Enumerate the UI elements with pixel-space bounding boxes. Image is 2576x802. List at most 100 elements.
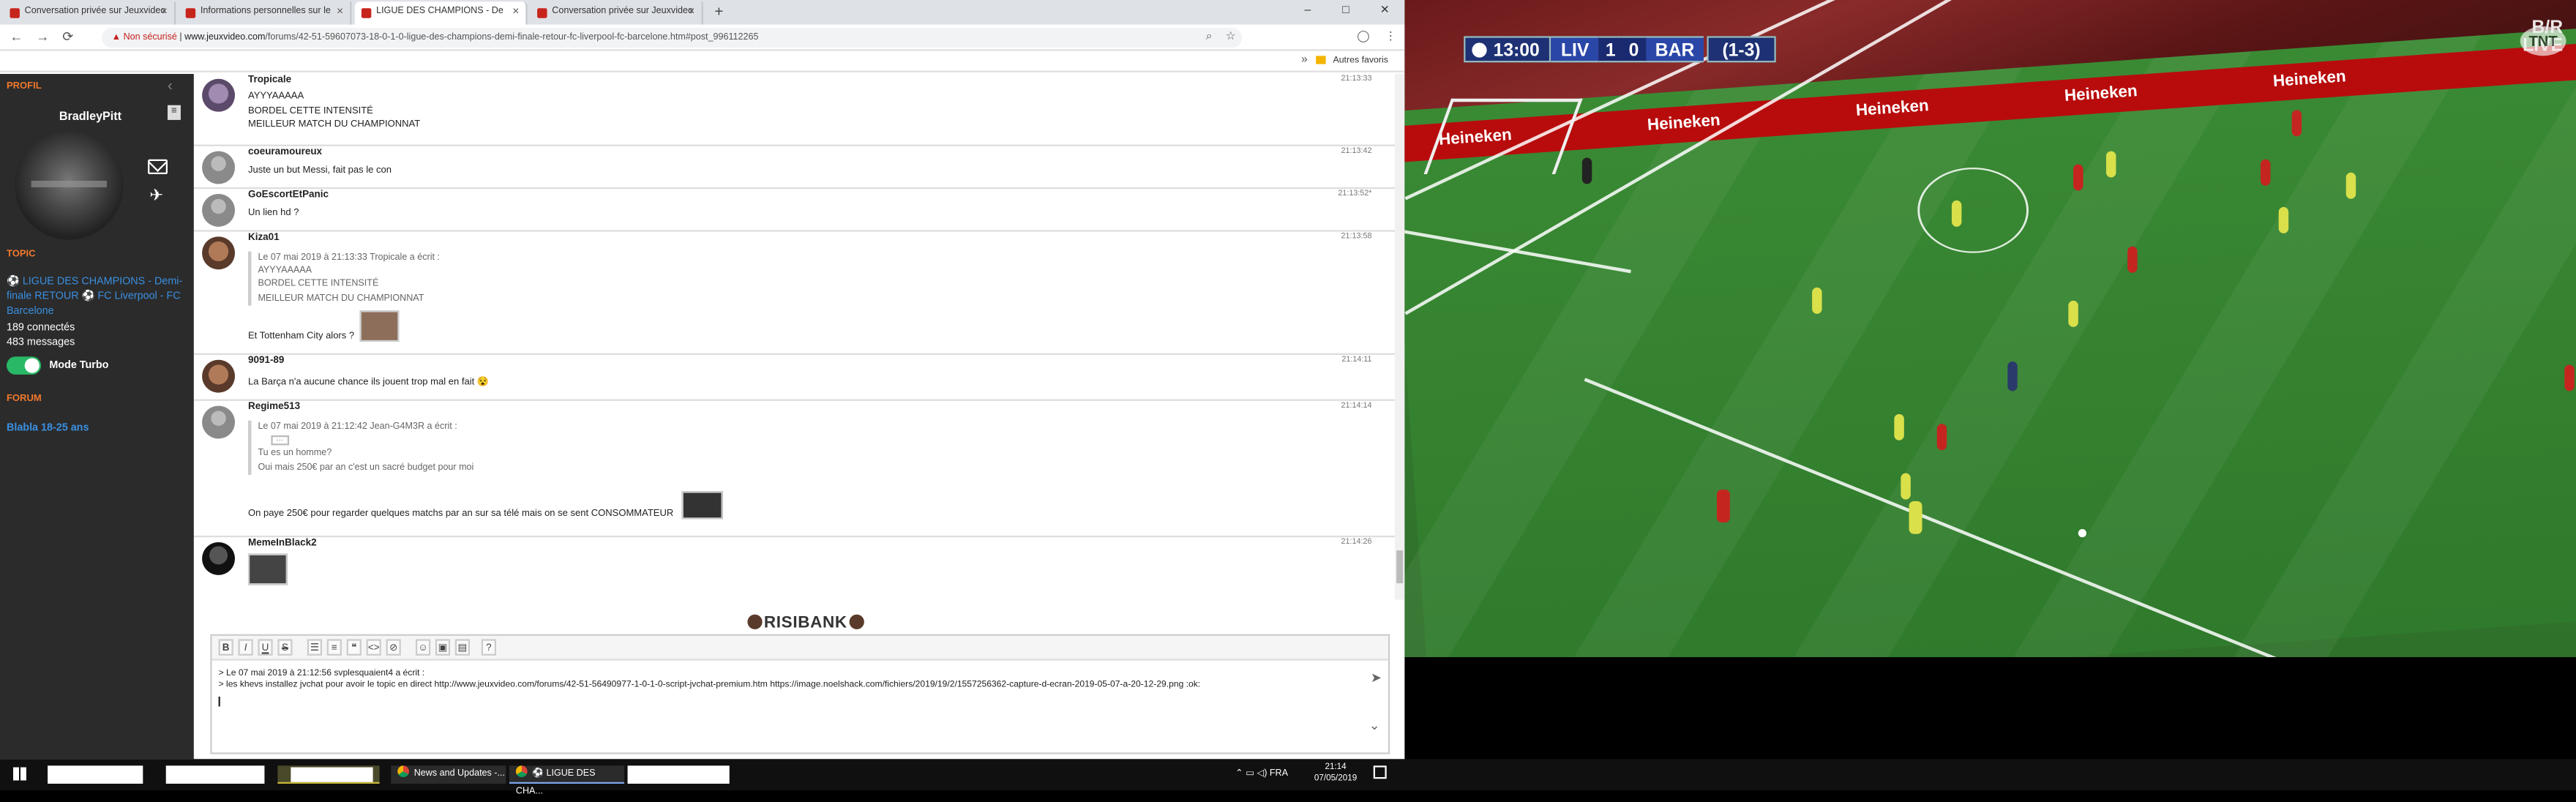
other-bookmarks-folder[interactable]: Autres favoris — [1317, 54, 1388, 69]
send-icon[interactable]: ➤ — [1371, 670, 1382, 685]
quote-button[interactable]: ❝ — [346, 639, 362, 656]
chevron-down-icon[interactable]: ⌄ — [1369, 718, 1380, 732]
jv-favicon-icon — [361, 7, 372, 18]
forum-link[interactable]: Blabla 18-25 ans — [7, 422, 89, 434]
post-time[interactable]: 21:14:26 — [1341, 539, 1372, 547]
post-time[interactable]: 21:13:58 — [1341, 233, 1372, 241]
tab-personal-info[interactable]: Informations personnelles sur le × — [179, 1, 352, 25]
post-line: Et Tottenham City alors ? — [247, 331, 355, 342]
underline-button[interactable]: U — [258, 639, 273, 656]
windows-start-icon[interactable] — [12, 767, 26, 781]
reload-button[interactable]: ⟳ — [62, 26, 73, 49]
turbo-toggle[interactable] — [6, 356, 42, 375]
forward-button[interactable]: → — [36, 26, 49, 49]
quote-line: Oui mais 250€ par an c'est un sacré budg… — [258, 462, 474, 473]
post-author[interactable]: GoEscortEtPanic — [248, 190, 329, 200]
volume-icon[interactable]: ◁) — [1257, 769, 1270, 779]
scrollbar[interactable] — [1394, 74, 1405, 600]
numbered-list-button[interactable]: ≡ — [326, 639, 342, 656]
player-barcelona — [1812, 287, 1822, 314]
video-player[interactable]: Heineken Heineken Heineken Heineken Hein… — [1404, 0, 2576, 658]
taskbar-app-news[interactable]: News and Updates -... — [391, 765, 506, 784]
notification-icon[interactable] — [1373, 765, 1387, 779]
tab-conversation-1[interactable]: Conversation privée sur Jeuxvideo × — [3, 1, 176, 25]
url-input[interactable]: ▲ Non sécurisé | www.jeuxvideo.com/forum… — [102, 28, 1243, 48]
post-author[interactable]: MemeInBlack2 — [248, 539, 317, 548]
player-barcelona — [2278, 206, 2289, 233]
pin-icon[interactable]: ✈ — [149, 188, 163, 205]
image-button[interactable]: ▣ — [435, 639, 451, 656]
address-bar-row: ← → ⟳ ▲ Non sécurisé | www.jeuxvideo.com… — [0, 24, 1405, 51]
post-author[interactable]: Kiza01 — [248, 233, 280, 243]
message-editor[interactable]: B I U S ☰ ≡ ❝ <> ⊘ ☺ ▣ ▤ ? > Le 07 mai 2… — [210, 634, 1390, 754]
post-time[interactable]: 21:13:52* — [1338, 190, 1371, 198]
taskbar-app-1[interactable] — [48, 765, 143, 784]
close-icon[interactable]: × — [688, 1, 694, 23]
strike-button[interactable]: S — [277, 639, 293, 656]
taskbar-app-2[interactable] — [165, 765, 265, 784]
post-line: AYYYAAAAA — [247, 91, 304, 102]
new-tab-button[interactable]: + — [715, 0, 724, 25]
mail-icon[interactable] — [148, 159, 168, 175]
player-liverpool — [2564, 364, 2575, 391]
menu-icon[interactable]: ⋮ — [1385, 26, 1396, 49]
scrollbar-thumb[interactable] — [1396, 550, 1404, 584]
taskbar-app-3[interactable] — [277, 765, 380, 784]
text-cursor — [218, 697, 220, 707]
post-author[interactable]: Tropicale — [248, 75, 291, 85]
editor-toolbar: B I U S ☰ ≡ ❝ <> ⊘ ☺ ▣ ▤ ? — [211, 635, 1388, 661]
close-window-button[interactable]: ✕ — [1380, 0, 1390, 23]
taskbar-clock[interactable]: 21:14 07/05/2019 — [1314, 762, 1357, 784]
bookmarks-more-button[interactable]: » — [1301, 51, 1308, 71]
bold-button[interactable]: B — [218, 639, 233, 656]
quote-ellipsis[interactable]: ··· — [271, 435, 288, 446]
close-icon[interactable]: × — [512, 1, 519, 23]
back-button[interactable]: ← — [10, 26, 23, 49]
tab-ligue-des-champions[interactable]: LIGUE DES CHAMPIONS - De × — [354, 1, 528, 25]
editor-line: > Le 07 mai 2019 à 21:12:56 svplesquaien… — [218, 668, 425, 679]
smiley-button[interactable]: ☺ — [415, 639, 431, 656]
language-indicator[interactable]: FRA — [1270, 769, 1288, 779]
match-clock: 13:00 — [1464, 36, 1551, 63]
taskbar-app-4[interactable] — [627, 765, 730, 784]
help-button[interactable]: ? — [481, 639, 496, 656]
list-button[interactable]: ☰ — [307, 639, 323, 656]
close-icon[interactable]: × — [161, 1, 168, 23]
close-icon[interactable]: × — [337, 1, 343, 23]
list-icon[interactable]: ≡ — [167, 105, 181, 120]
network-icon[interactable]: ▭ — [1246, 769, 1257, 779]
topic-link[interactable]: ⚽ LIGUE DES CHAMPIONS - Demi-finale RETO… — [7, 274, 184, 319]
home-score: 1 — [1598, 36, 1622, 63]
tab-conversation-2[interactable]: Conversation privée sur Jeuxvideo × — [531, 1, 703, 25]
post-time[interactable]: 21:13:42 — [1341, 148, 1372, 156]
post-time[interactable]: 21:13:33 — [1341, 75, 1372, 83]
post-time[interactable]: 21:14:11 — [1341, 356, 1371, 364]
post-author[interactable]: coeuramoureux — [248, 148, 322, 157]
jv-favicon-icon — [10, 7, 20, 18]
maximize-button[interactable]: □ — [1342, 0, 1349, 23]
profile-icon[interactable]: ◯ — [1357, 26, 1370, 49]
quote-line: AYYYAAAAA — [258, 266, 312, 277]
sticker-image[interactable] — [247, 553, 288, 585]
post-time[interactable]: 21:14:14 — [1341, 402, 1372, 411]
player-liverpool — [1716, 490, 1730, 523]
sticker-image[interactable] — [359, 310, 400, 342]
editor-text[interactable]: > Le 07 mai 2019 à 21:12:56 svplesquaien… — [218, 668, 1200, 707]
jv-favicon-icon — [537, 7, 547, 18]
collapse-icon[interactable]: ‹ — [168, 78, 173, 94]
code-button[interactable]: <> — [366, 639, 381, 656]
video-button[interactable]: ▤ — [454, 639, 471, 656]
sticker-image[interactable] — [681, 491, 723, 520]
taskbar-app-ligue[interactable]: ⚽ LIGUE DES CHA... — [509, 765, 625, 797]
post-author[interactable]: Regime513 — [248, 402, 300, 412]
zoom-icon[interactable]: ⌕ — [1206, 26, 1213, 49]
chevron-up-icon[interactable]: ⌃ — [1235, 769, 1246, 779]
minimize-button[interactable]: – — [1304, 0, 1311, 23]
italic-button[interactable]: I — [238, 639, 253, 656]
star-icon[interactable]: ☆ — [1226, 26, 1236, 49]
risibank-logo[interactable]: RISIBANK — [746, 614, 865, 632]
username[interactable]: BradleyPitt — [0, 108, 181, 123]
post-author[interactable]: 9091-89 — [248, 356, 284, 366]
spoiler-button[interactable]: ⊘ — [386, 639, 401, 656]
system-tray: ⌃ ▭ ◁) FRA — [1235, 764, 1288, 785]
